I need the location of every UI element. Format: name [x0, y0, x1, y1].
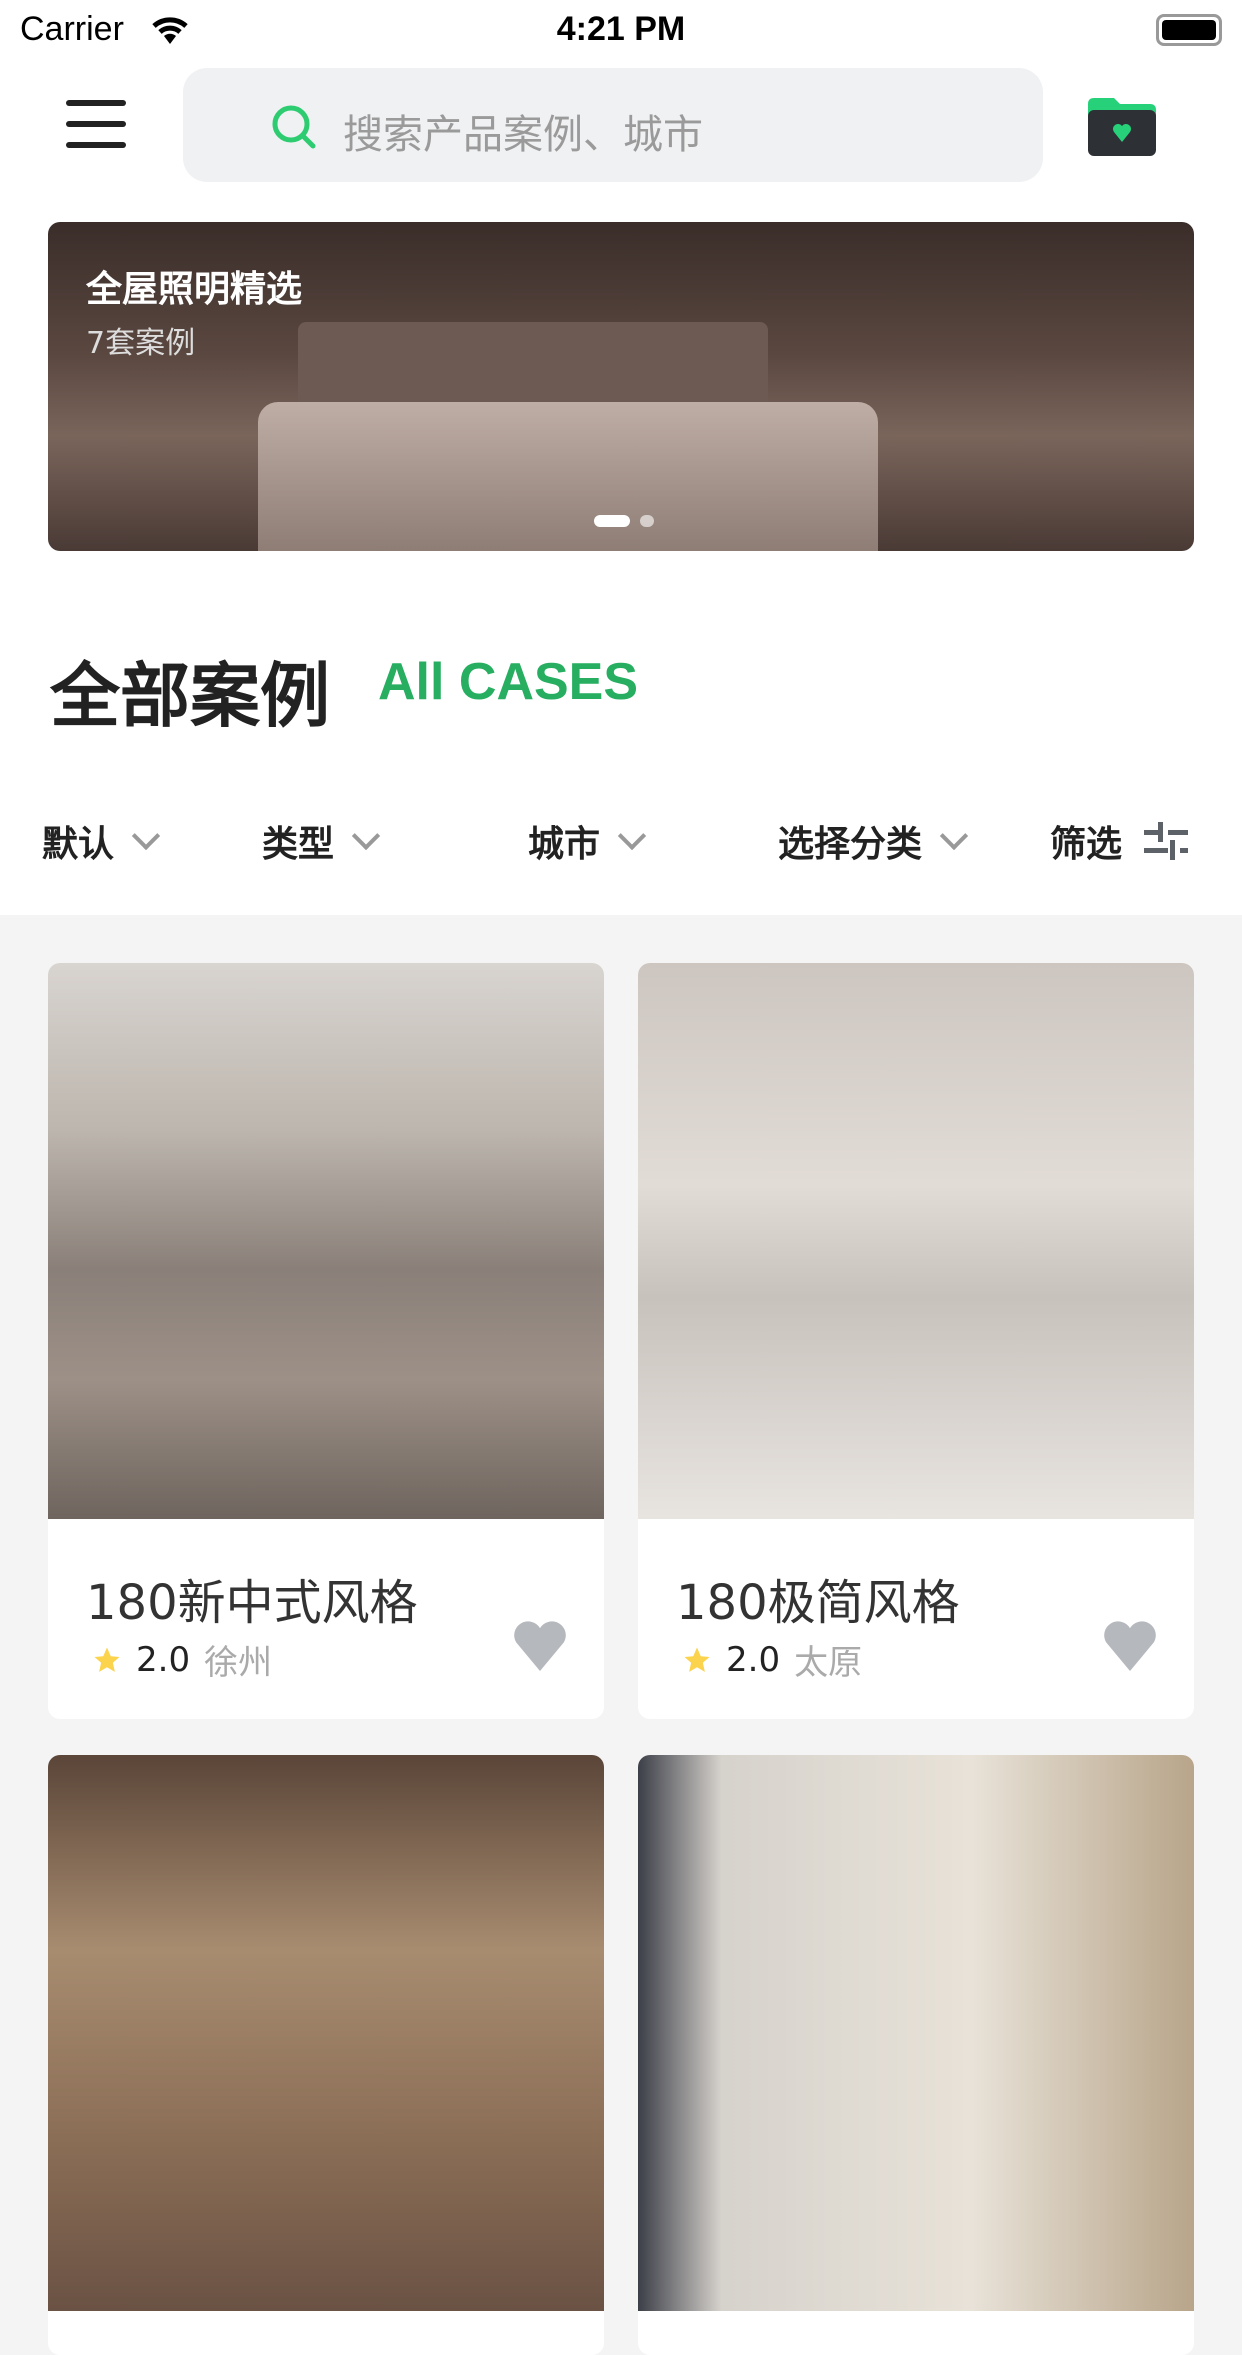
chevron-down-icon — [131, 821, 161, 851]
section-title: 全部案例 — [50, 655, 330, 737]
case-city: 太原 — [794, 1643, 863, 1683]
filter-category[interactable]: 选择分类 — [778, 815, 969, 867]
case-image — [48, 1755, 604, 2311]
filter-label: 选择分类 — [778, 824, 923, 865]
case-card[interactable] — [48, 1755, 604, 2355]
clock: 4:21 PM — [556, 10, 686, 48]
case-title: 180新中式风格 — [86, 1575, 418, 1631]
chevron-down-icon — [617, 821, 647, 851]
battery-icon — [1156, 14, 1222, 46]
star-icon — [684, 1647, 710, 1672]
search-placeholder: 搜索产品案例、城市 — [343, 112, 703, 158]
filter-label: 类型 — [262, 824, 335, 865]
star-icon — [94, 1647, 120, 1672]
dot-active[interactable] — [594, 515, 630, 527]
case-city: 徐州 — [204, 1643, 273, 1683]
filter-label: 城市 — [528, 824, 601, 865]
filter-label: 默认 — [42, 824, 115, 865]
case-rating: 2.0 — [726, 1639, 781, 1680]
filter-type[interactable]: 类型 — [262, 815, 381, 867]
banner-title: 全屋照明精选 — [86, 269, 303, 310]
favorites-folder-icon[interactable] — [1088, 98, 1156, 156]
filter-city[interactable]: 城市 — [528, 815, 647, 867]
section-subtitle: All CASES — [378, 653, 639, 711]
search-icon — [272, 105, 316, 149]
sliders-icon — [1144, 822, 1189, 860]
heart-icon[interactable] — [1100, 1621, 1160, 1671]
case-title: 180极简风格 — [676, 1575, 960, 1631]
case-card[interactable] — [638, 1755, 1194, 2355]
search-input[interactable]: 搜索产品案例、城市 — [183, 68, 1043, 182]
case-rating: 2.0 — [136, 1639, 191, 1680]
banner-image-bed — [258, 402, 878, 551]
case-card[interactable]: 180新中式风格 2.0 徐州 — [48, 963, 604, 1719]
case-card[interactable]: 180极简风格 2.0 太原 — [638, 963, 1194, 1719]
case-image — [638, 1755, 1194, 2311]
header-area: Carrier 4:21 PM 搜索产品案例、城市 全屋照明精选 7套案例 全部… — [0, 0, 1242, 915]
filter-label: 筛选 — [1050, 824, 1123, 865]
carousel-dots — [594, 515, 654, 527]
menu-button[interactable] — [66, 100, 126, 148]
filter-advanced[interactable]: 筛选 — [1050, 815, 1189, 867]
heart-icon[interactable] — [510, 1621, 570, 1671]
case-image — [48, 963, 604, 1519]
banner-subtitle: 7套案例 — [86, 326, 196, 361]
filter-default[interactable]: 默认 — [42, 815, 161, 867]
case-image — [638, 963, 1194, 1519]
status-bar: Carrier 4:21 PM — [0, 0, 1242, 62]
dot[interactable] — [640, 515, 654, 527]
chevron-down-icon — [939, 821, 969, 851]
banner-carousel[interactable]: 全屋照明精选 7套案例 — [48, 222, 1194, 551]
chevron-down-icon — [351, 821, 381, 851]
